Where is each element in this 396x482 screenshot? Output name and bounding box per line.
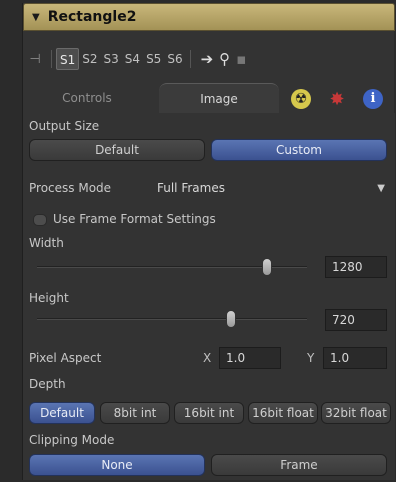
depth-16bit-int-button[interactable]: 16bit int: [174, 402, 244, 424]
tab-settings[interactable]: ✸: [323, 85, 351, 113]
gear-icon: ✸: [329, 88, 345, 110]
arrow-right-icon[interactable]: ➔: [201, 50, 214, 68]
depth-label: Depth: [29, 377, 66, 391]
output-size-label: Output Size: [29, 119, 100, 133]
image-tab-content: Output Size Default Custom Process Mode …: [23, 113, 395, 480]
slot-s1[interactable]: S1: [56, 48, 80, 70]
clipping-mode-label: Clipping Mode: [29, 433, 115, 447]
depth-16bit-float-button[interactable]: 16bit float: [248, 402, 318, 424]
depth-8bit-int-button[interactable]: 8bit int: [100, 402, 170, 424]
pixel-aspect-y-label: Y: [307, 351, 315, 365]
width-slider-handle[interactable]: [261, 258, 272, 276]
clipping-none-button[interactable]: None: [29, 454, 205, 476]
output-size-default-button[interactable]: Default: [29, 139, 205, 161]
height-slider-track[interactable]: [37, 318, 307, 320]
divider: [189, 50, 191, 68]
chevron-down-icon: ▼: [377, 182, 385, 194]
pin-icon[interactable]: ⊣: [23, 52, 47, 67]
tab-image[interactable]: Image: [159, 83, 279, 113]
radioactive-icon: ☢: [291, 89, 311, 109]
process-mode-label: Process Mode: [29, 181, 112, 195]
process-mode-value: Full Frames: [157, 181, 225, 195]
tab-radioactive[interactable]: ☢: [287, 85, 315, 113]
use-frame-format-checkbox[interactable]: [33, 214, 47, 226]
use-frame-format-label: Use Frame Format Settings: [53, 212, 216, 226]
slot-s3[interactable]: S3: [101, 48, 122, 70]
version-toolbar: ⊣ S1 S2 S3 S4 S5 S6 ➔ ⚲ ▪: [23, 47, 395, 71]
height-input[interactable]: 720: [325, 309, 387, 331]
pixel-aspect-y-input[interactable]: 1.0: [323, 347, 387, 369]
clipping-frame-button[interactable]: Frame: [211, 454, 387, 476]
tool-panel: ▼ Rectangle2 ⊣ S1 S2 S3 S4 S5 S6 ➔ ⚲ ▪ C…: [22, 3, 395, 480]
tab-info[interactable]: i: [359, 85, 387, 113]
process-mode-dropdown[interactable]: Full Frames ▼: [151, 177, 389, 199]
width-input[interactable]: 1280: [325, 256, 387, 278]
collapse-triangle-icon[interactable]: ▼: [32, 12, 40, 23]
slot-s2[interactable]: S2: [79, 48, 100, 70]
pixel-aspect-x-input[interactable]: 1.0: [219, 347, 281, 369]
slot-s4[interactable]: S4: [122, 48, 143, 70]
width-label: Width: [29, 236, 64, 250]
pixel-aspect-x-label: X: [203, 351, 212, 365]
depth-default-button[interactable]: Default: [29, 402, 95, 424]
slot-s6[interactable]: S6: [164, 48, 185, 70]
tab-bar: Controls Image ☢ ✸ i: [23, 79, 395, 113]
picker-icon[interactable]: ⚲: [219, 50, 230, 68]
info-icon: i: [363, 89, 383, 109]
slot-s5[interactable]: S5: [143, 48, 164, 70]
height-label: Height: [29, 291, 69, 305]
divider: [51, 50, 52, 68]
tool-header[interactable]: ▼ Rectangle2: [23, 3, 395, 31]
tab-controls[interactable]: Controls: [23, 83, 151, 113]
depth-32bit-float-button[interactable]: 32bit float: [321, 402, 391, 424]
tool-title: Rectangle2: [47, 9, 137, 25]
pixel-aspect-label: Pixel Aspect: [29, 351, 102, 365]
height-slider-handle[interactable]: [226, 310, 237, 328]
output-size-custom-button[interactable]: Custom: [211, 139, 387, 161]
save-icon[interactable]: ▪: [236, 50, 246, 68]
